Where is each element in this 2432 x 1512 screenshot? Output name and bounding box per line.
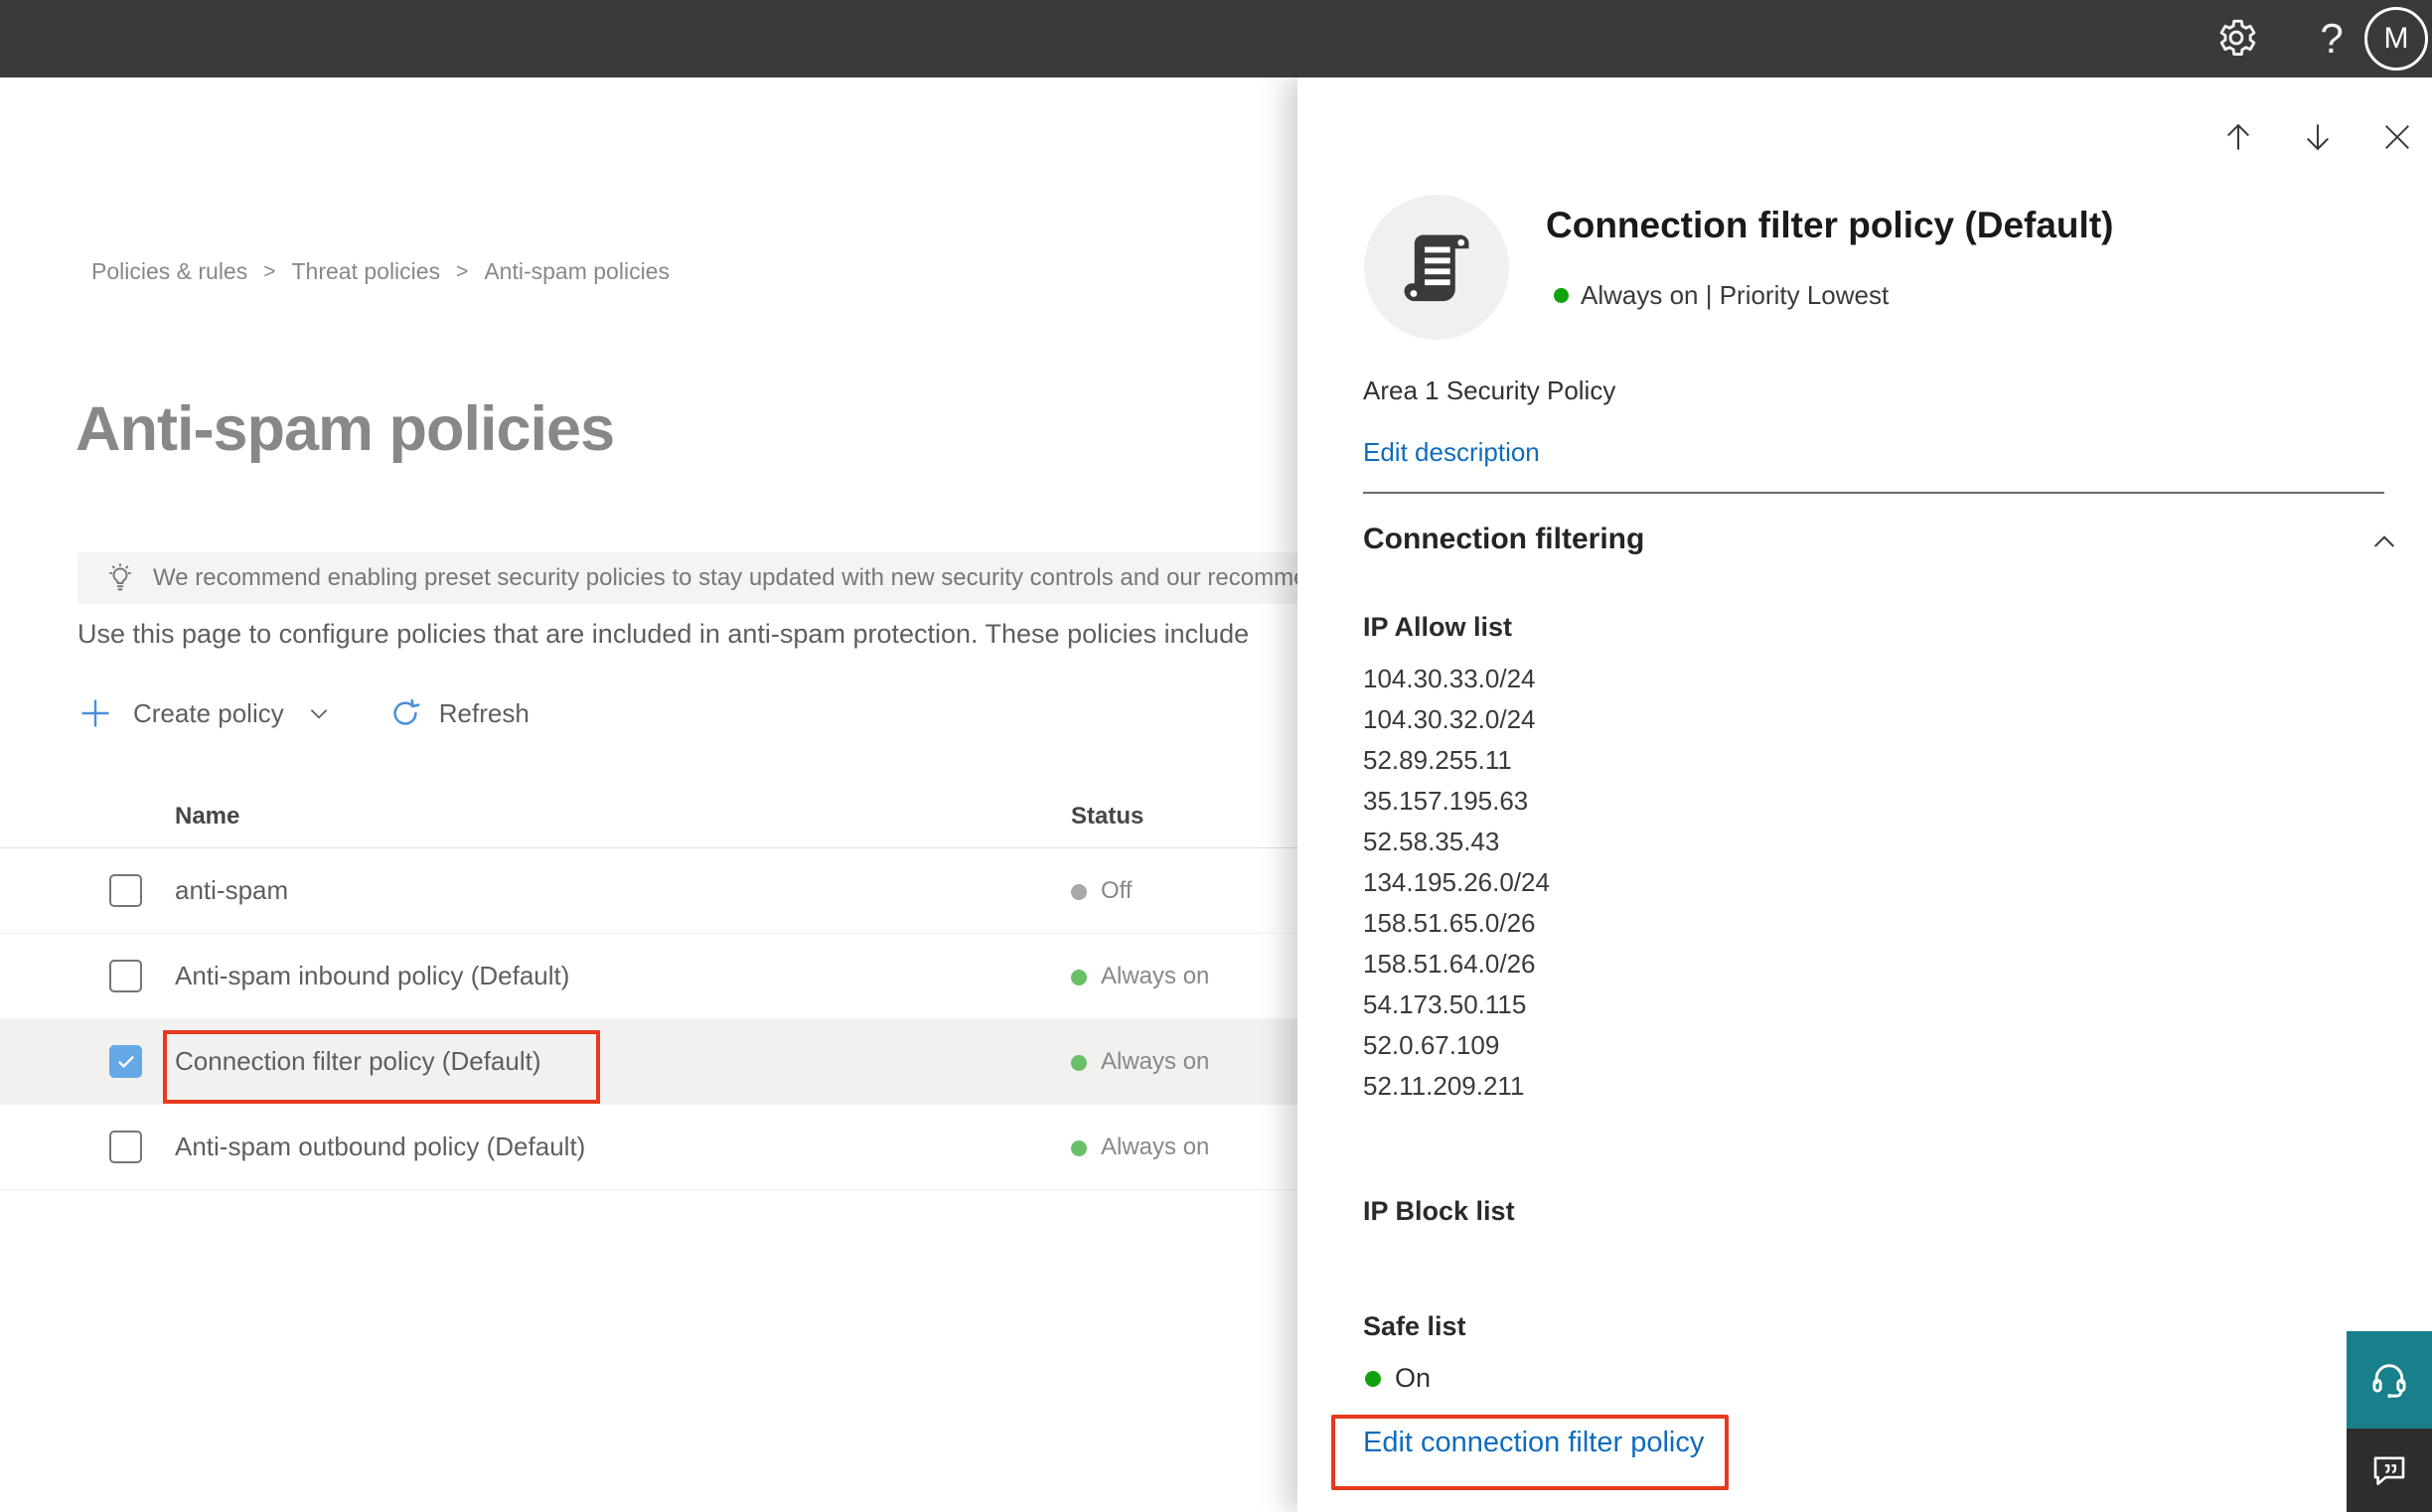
safe-list-status: On <box>1365 1363 1431 1394</box>
toolbar: Create policy Refresh <box>77 685 530 741</box>
ip-entry: 52.58.35.43 <box>1363 827 1500 856</box>
arrow-up-icon <box>2226 123 2250 150</box>
question-mark-icon: ? <box>2320 15 2344 62</box>
section-connection-filtering[interactable]: Connection filtering <box>1363 523 2404 566</box>
ip-entry: 52.0.67.109 <box>1363 1030 1500 1060</box>
previous-item-button[interactable] <box>2216 115 2260 159</box>
row-checkbox[interactable] <box>109 1131 142 1163</box>
arrow-down-icon <box>2306 124 2330 151</box>
column-header-status[interactable]: Status <box>1071 803 1143 831</box>
ip-allow-list-label: IP Allow list <box>1363 612 1513 642</box>
policy-description: Area 1 Security Policy <box>1363 376 1616 405</box>
next-item-button[interactable] <box>2296 115 2340 159</box>
breadcrumb-threat-policies[interactable]: Threat policies <box>292 258 441 285</box>
ip-entry: 134.195.26.0/24 <box>1363 867 1550 897</box>
edit-connection-filter-policy-link[interactable]: Edit connection filter policy <box>1363 1427 1704 1459</box>
chat-icon <box>2373 1456 2405 1485</box>
row-checkbox-checked[interactable] <box>109 1045 142 1078</box>
policy-name: Anti-spam outbound policy (Default) <box>175 1132 586 1161</box>
ip-entry: 104.30.33.0/24 <box>1363 664 1536 693</box>
close-flyout-button[interactable] <box>2375 115 2419 159</box>
ip-entry: 54.173.50.115 <box>1363 989 1527 1019</box>
status-dot-on <box>1365 1370 1381 1387</box>
ip-entry: 104.30.32.0/24 <box>1363 704 1536 734</box>
create-policy-label: Create policy <box>133 697 284 728</box>
ip-entry: 158.51.64.0/26 <box>1363 949 1536 979</box>
flyout-title: Connection filter policy (Default) <box>1546 205 2114 245</box>
help-button[interactable]: ? <box>2307 10 2356 68</box>
status-label: Off <box>1101 877 1133 904</box>
support-button[interactable] <box>2347 1331 2432 1429</box>
breadcrumb-policies-rules[interactable]: Policies & rules <box>91 258 247 285</box>
status-label: Always on <box>1101 1134 1210 1160</box>
breadcrumb-separator-icon: > <box>263 259 276 283</box>
status-label: Always on <box>1101 963 1210 989</box>
avatar-initial: M <box>2383 22 2409 55</box>
row-checkbox[interactable] <box>109 960 142 992</box>
column-header-name[interactable]: Name <box>175 803 239 831</box>
page-title: Anti-spam policies <box>76 394 615 464</box>
refresh-icon <box>389 697 421 729</box>
ip-entry: 52.11.209.211 <box>1363 1071 1525 1101</box>
policy-details-flyout: Connection filter policy (Default) Alway… <box>1297 77 2432 1512</box>
status-text: Always on | Priority Lowest <box>1581 280 1890 310</box>
section-title: Connection filtering <box>1363 523 1645 555</box>
ip-allow-list: 104.30.33.0/24 104.30.32.0/24 52.89.255.… <box>1363 659 1550 1107</box>
ip-entry: 158.51.65.0/26 <box>1363 908 1536 938</box>
headset-icon <box>2372 1364 2406 1399</box>
scroll-icon <box>1404 234 1469 302</box>
create-policy-button[interactable]: Create policy <box>77 695 332 731</box>
status-dot-on <box>1071 1140 1087 1156</box>
status-dot-off <box>1071 884 1087 900</box>
breadcrumb-separator-icon: > <box>456 259 469 283</box>
feedback-chat-button[interactable] <box>2347 1429 2432 1512</box>
account-avatar[interactable]: M <box>2364 7 2428 71</box>
chevron-down-icon <box>306 700 332 726</box>
safe-list-status-text: On <box>1395 1363 1432 1393</box>
gear-icon <box>2213 15 2259 66</box>
lightbulb-icon <box>103 561 137 595</box>
plus-icon <box>77 695 113 731</box>
refresh-button[interactable]: Refresh <box>389 697 530 729</box>
policy-avatar <box>1364 195 1509 340</box>
checkmark-icon <box>117 1055 134 1068</box>
refresh-label: Refresh <box>438 697 530 728</box>
top-app-bar: ? M <box>0 0 2432 77</box>
flyout-status-line: Always on | Priority Lowest <box>1554 280 1889 311</box>
ip-entry: 52.89.255.11 <box>1363 745 1512 775</box>
row-checkbox[interactable] <box>109 874 142 907</box>
policy-name: Connection filter policy (Default) <box>175 1046 541 1076</box>
policy-name: Anti-spam inbound policy (Default) <box>175 961 570 990</box>
policy-name: anti-spam <box>175 875 289 905</box>
status-dot-on <box>1071 970 1087 985</box>
ip-entry: 35.157.195.63 <box>1363 786 1529 816</box>
status-label: Always on <box>1101 1048 1210 1075</box>
close-icon <box>2385 125 2409 149</box>
breadcrumb: Policies & rules > Threat policies > Ant… <box>91 258 670 285</box>
settings-button[interactable] <box>2209 13 2263 67</box>
edit-description-link[interactable]: Edit description <box>1363 437 1540 468</box>
status-dot-on <box>1071 1055 1087 1071</box>
safe-list-label: Safe list <box>1363 1311 1466 1341</box>
ip-block-list-label: IP Block list <box>1363 1196 1515 1226</box>
status-dot-on <box>1554 288 1569 303</box>
chevron-up-icon[interactable] <box>2368 527 2400 558</box>
banner-text: We recommend enabling preset security po… <box>153 564 1307 591</box>
divider <box>1363 492 2384 494</box>
page-description: Use this page to configure policies that… <box>77 619 1250 649</box>
breadcrumb-current-page: Anti-spam policies <box>484 258 670 284</box>
